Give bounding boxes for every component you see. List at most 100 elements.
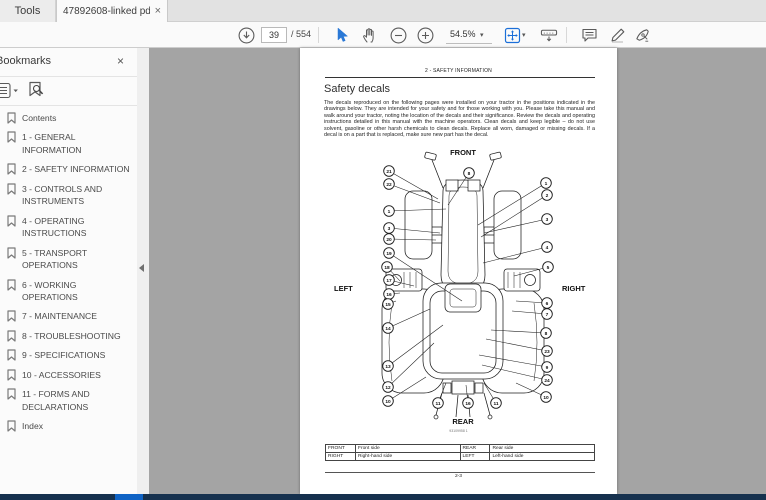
bookmark-item-label: Contents [22, 113, 57, 123]
hand-tool-icon[interactable] [361, 26, 379, 44]
bookmark-icon [7, 369, 16, 381]
collapse-panel-icon[interactable] [139, 264, 144, 272]
bookmark-item[interactable]: 1 - GENERAL INFORMATION [0, 127, 137, 159]
highlighter-pencil-icon[interactable] [608, 26, 626, 44]
bookmark-item-label: 10 - ACCESSORIES [22, 369, 101, 380]
legend-key: LEFT [459, 452, 491, 461]
fill-sign-pen-icon[interactable] [634, 26, 652, 44]
bookmarks-header: Bookmarks × [0, 48, 137, 76]
callout-number: 1 [545, 181, 548, 187]
bookmark-item[interactable]: 4 - OPERATING INSTRUCTIONS [0, 211, 137, 243]
taskbar [0, 494, 766, 500]
tab-document[interactable]: 47892608-linked pd... × [56, 0, 168, 22]
bookmark-icon [7, 131, 16, 144]
tractor-decal-diagram: FRONT REAR LEFT RIGHT 212281213203451918… [334, 148, 586, 426]
callout-number: 14 [385, 326, 391, 332]
toolbar-divider [318, 27, 319, 43]
zoom-in-icon[interactable] [416, 26, 434, 44]
bookmark-item-label: 4 - OPERATING INSTRUCTIONS [22, 215, 87, 239]
callout-number: 5 [547, 265, 550, 271]
legend-key: RIGHT [325, 452, 356, 461]
legend-value: Rear side [489, 444, 595, 453]
comment-icon[interactable] [580, 26, 598, 44]
bookmark-item[interactable]: Contents [0, 108, 137, 127]
zoom-level-value[interactable]: 54.5% [446, 29, 492, 44]
document-viewer[interactable]: 2 - SAFETY INFORMATION Safety decals The… [149, 48, 766, 494]
callout-number: 24 [544, 378, 550, 384]
fit-page-icon[interactable] [503, 26, 521, 44]
divider [0, 105, 137, 106]
tab-document-label: 47892608-linked pd... [63, 5, 150, 17]
bookmark-item[interactable]: 7 - MAINTENANCE [0, 306, 137, 325]
bookmark-icon [7, 420, 16, 432]
callout-number: 15 [385, 302, 391, 308]
callout-number: 12 [385, 385, 391, 391]
tab-bar: Tools 47892608-linked pd... × [0, 0, 766, 22]
callout-number: 4 [546, 245, 549, 251]
bookmark-item[interactable]: 3 - CONTROLS AND INSTRUMENTS [0, 179, 137, 211]
callout-number: 23 [544, 349, 550, 355]
toolbar-divider [566, 27, 567, 43]
bookmark-item-label: Index [22, 421, 44, 432]
callout-number: 16 [386, 292, 392, 298]
bookmark-item[interactable]: Index [0, 416, 137, 435]
callout-number: 10 [543, 395, 549, 401]
diagram-rear-label: REAR [452, 417, 474, 426]
bookmark-item[interactable]: 8 - TROUBLESHOOTING [0, 326, 137, 345]
bookmark-options-icon[interactable] [0, 82, 19, 104]
legend-table: FRONT Front side REAR Rear side RIGHT Right-h… [325, 444, 595, 461]
bookmarks-list: Contents 1 - GENERAL INFORMATION 2 - SAFET… [0, 108, 137, 436]
bookmark-item[interactable]: 11 - FORMS AND DECLARATIONS [0, 384, 137, 416]
bookmark-item[interactable]: 2 - SAFETY INFORMATION [0, 159, 137, 178]
bookmark-icon [7, 183, 16, 195]
section-title: Safety decals [324, 83, 391, 95]
bookmark-item[interactable]: 10 - ACCESSORIES [0, 365, 137, 384]
taskbar-active-segment [115, 494, 143, 500]
bookmark-item[interactable]: 6 - WORKING OPERATIONS [0, 275, 137, 307]
bookmark-icon [7, 349, 16, 361]
callout-number: 9 [546, 365, 549, 371]
zoom-dropdown-caret-icon[interactable]: ▾ [480, 31, 484, 39]
callout-number: 8 [545, 331, 548, 337]
panel-collapse-strip [137, 48, 149, 494]
bookmark-item-label: 5 - TRANSPORT OPERATIONS [22, 247, 87, 271]
bookmark-item[interactable]: 9 - SPECIFICATIONS [0, 345, 137, 364]
page-number-footer: 2-3 [454, 474, 463, 479]
bookmark-item-label: 11 - FORMS AND DECLARATIONS [22, 389, 90, 412]
bookmark-icon [7, 310, 16, 323]
page-display-icon[interactable] [540, 26, 558, 44]
tab-tools[interactable]: Tools [0, 0, 56, 22]
callout-number: 6 [546, 301, 549, 307]
bookmark-icon [7, 112, 16, 124]
legend-value: Right-hand side [354, 452, 461, 461]
bookmark-icon [7, 163, 16, 175]
legend-row: RIGHT Right-hand side LEFT Left-hand side [325, 452, 595, 461]
bookmark-icon [7, 388, 16, 400]
fit-dropdown-caret-icon[interactable]: ▾ [522, 31, 526, 39]
bookmark-item-label: 3 - CONTROLS AND INSTRUMENTS [22, 183, 103, 207]
pdf-viewer-window: Tools 47892608-linked pd... × / 554 54.5… [0, 0, 766, 500]
bookmark-item-label: 9 - SPECIFICATIONS [22, 350, 106, 361]
zoom-out-icon[interactable] [389, 26, 407, 44]
callout-number: 3 [388, 226, 391, 232]
find-current-bookmark-icon[interactable] [27, 81, 45, 105]
legend-value: Front side [354, 444, 461, 453]
bookmarks-toolbar [0, 77, 137, 105]
callout-number: 8 [468, 171, 471, 177]
page-number-input[interactable] [261, 27, 287, 43]
callout-number: 1 [388, 209, 391, 215]
bookmark-item-label: 2 - SAFETY INFORMATION [22, 164, 130, 175]
download-icon[interactable] [237, 26, 255, 44]
bookmarks-title: Bookmarks [0, 55, 52, 67]
select-tool-icon[interactable] [333, 26, 351, 44]
bookmark-icon [7, 330, 16, 342]
bookmark-icon [7, 278, 16, 291]
page-running-header: 2 - SAFETY INFORMATION [425, 68, 492, 74]
legend-key: FRONT [325, 444, 356, 453]
callout-number: 11 [493, 401, 498, 407]
bookmark-item[interactable]: 5 - TRANSPORT OPERATIONS [0, 243, 137, 275]
tab-close-icon[interactable]: × [155, 5, 161, 17]
header-rule [325, 77, 595, 78]
page-count-label: / 554 [291, 29, 312, 39]
bookmarks-close-icon[interactable]: × [117, 54, 124, 68]
